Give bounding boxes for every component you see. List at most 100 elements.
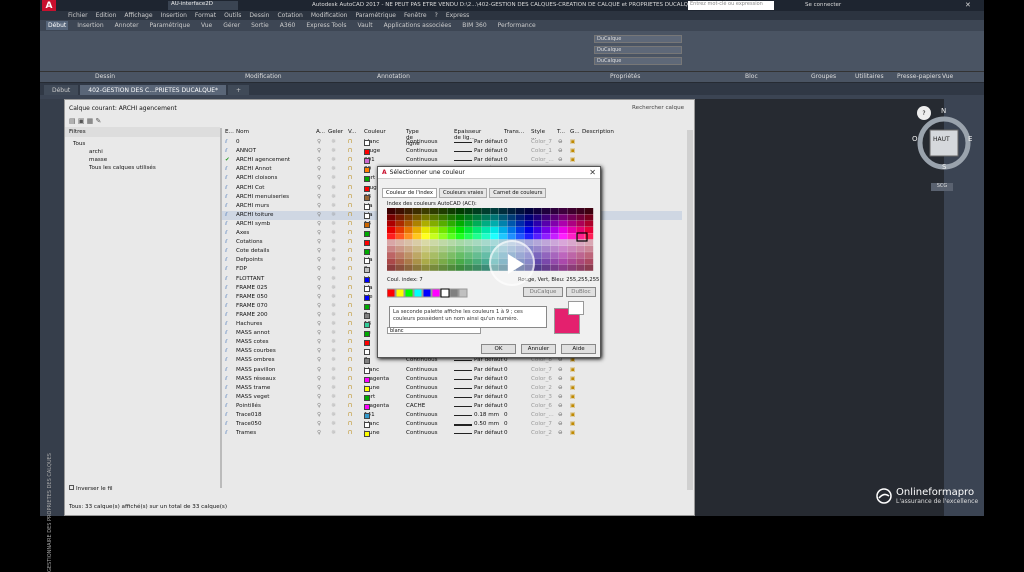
aci-swatch[interactable] bbox=[395, 264, 404, 271]
aci-swatch[interactable] bbox=[473, 214, 482, 221]
transparency[interactable]: 0 bbox=[504, 394, 508, 400]
bulb-icon[interactable]: ♀ bbox=[317, 148, 321, 154]
workspace-select[interactable]: AU-interface2D bbox=[168, 1, 238, 10]
linetype[interactable]: Continuous bbox=[406, 139, 438, 145]
lock-icon[interactable]: ⊓ bbox=[348, 239, 352, 245]
menu-item[interactable]: Dessin bbox=[249, 12, 269, 19]
plot-icon[interactable]: ⊖ bbox=[558, 412, 563, 418]
aci-swatch[interactable] bbox=[584, 258, 594, 265]
bulb-icon[interactable]: ♀ bbox=[317, 157, 321, 163]
aci-swatch[interactable] bbox=[412, 239, 422, 246]
search-input[interactable]: Entrez mot-clé ou expression bbox=[688, 1, 774, 10]
lock-icon[interactable]: ⊓ bbox=[348, 157, 352, 163]
aci-swatch[interactable] bbox=[533, 214, 542, 221]
viewport-freeze-icon[interactable]: ▣ bbox=[570, 157, 575, 163]
lock-icon[interactable]: ⊓ bbox=[348, 175, 352, 181]
aci-swatch[interactable] bbox=[421, 252, 430, 259]
aci-swatch[interactable] bbox=[447, 233, 456, 240]
aci-swatch[interactable] bbox=[412, 220, 422, 227]
aci-swatch[interactable] bbox=[464, 220, 473, 227]
aci-swatch[interactable] bbox=[464, 252, 473, 259]
sun-icon[interactable]: ☼ bbox=[331, 312, 336, 318]
aci-swatch[interactable] bbox=[395, 226, 404, 233]
new-layer-icon[interactable]: ▤ ▣ ▦ ✎ bbox=[69, 117, 101, 125]
lock-icon[interactable]: ⊓ bbox=[348, 367, 352, 373]
linetype[interactable]: Continuous bbox=[406, 367, 438, 373]
aci-swatch[interactable] bbox=[464, 214, 473, 221]
aci-swatch[interactable] bbox=[516, 226, 525, 233]
ribbon-tab[interactable]: Vault bbox=[355, 21, 374, 30]
aci-swatch[interactable] bbox=[447, 264, 456, 271]
transparency[interactable]: 0 bbox=[504, 367, 508, 373]
linetype[interactable]: Continuous bbox=[406, 148, 438, 154]
viewport-freeze-icon[interactable]: ▣ bbox=[570, 394, 575, 400]
lineweight[interactable]: 0.18 mm bbox=[474, 412, 499, 418]
aci-swatch[interactable] bbox=[559, 208, 568, 215]
dialog-tab[interactable]: Couleurs vraies bbox=[438, 188, 488, 198]
aci-swatch[interactable] bbox=[430, 208, 439, 215]
sun-icon[interactable]: ☼ bbox=[331, 276, 336, 282]
sun-icon[interactable]: ☼ bbox=[331, 394, 336, 400]
aci-swatch[interactable] bbox=[576, 258, 585, 265]
aci-swatch[interactable] bbox=[464, 208, 473, 215]
column-header[interactable]: V... bbox=[348, 129, 356, 135]
aci-swatch[interactable] bbox=[550, 214, 559, 221]
column-header[interactable]: Trans... bbox=[504, 129, 524, 135]
sun-icon[interactable]: ☼ bbox=[331, 175, 336, 181]
aci-swatch[interactable] bbox=[516, 214, 525, 221]
lineweight[interactable]: Par défaut bbox=[474, 430, 503, 436]
aci-swatch[interactable] bbox=[447, 258, 456, 265]
bulb-icon[interactable]: ♀ bbox=[317, 166, 321, 172]
aci-swatch[interactable] bbox=[404, 226, 413, 233]
ribbon-panel-label[interactable]: Modification bbox=[245, 73, 282, 80]
aci-swatch[interactable] bbox=[559, 239, 568, 246]
sun-icon[interactable]: ☼ bbox=[331, 194, 336, 200]
viewport-freeze-icon[interactable]: ▣ bbox=[570, 412, 575, 418]
aci-swatch[interactable] bbox=[490, 208, 499, 215]
aci-swatch[interactable] bbox=[430, 220, 439, 227]
aci-swatch[interactable] bbox=[550, 233, 559, 240]
bulb-icon[interactable]: ♀ bbox=[317, 175, 321, 181]
viewport-freeze-icon[interactable]: ▣ bbox=[570, 403, 575, 409]
bulb-icon[interactable]: ♀ bbox=[317, 294, 321, 300]
aci-swatch[interactable] bbox=[498, 233, 508, 240]
aci-swatch[interactable] bbox=[438, 214, 447, 221]
transparency[interactable]: 0 bbox=[504, 412, 508, 418]
aci-swatch[interactable] bbox=[524, 214, 533, 221]
aci-swatch[interactable] bbox=[464, 258, 473, 265]
linetype[interactable]: CACHE bbox=[406, 403, 425, 409]
layer-color[interactable]: jaune bbox=[364, 430, 380, 438]
layer-search[interactable]: Rechercher calque bbox=[632, 105, 684, 111]
sun-icon[interactable]: ☼ bbox=[331, 166, 336, 172]
transparency[interactable]: 0 bbox=[504, 157, 508, 163]
sun-icon[interactable]: ☼ bbox=[331, 212, 336, 218]
lock-icon[interactable]: ⊓ bbox=[348, 257, 352, 263]
aci-swatch[interactable] bbox=[533, 208, 542, 215]
ribbon-tab[interactable]: Paramétrique bbox=[148, 21, 193, 30]
transparency[interactable]: 0 bbox=[504, 357, 508, 363]
plot-icon[interactable]: ⊖ bbox=[558, 394, 563, 400]
bulb-icon[interactable]: ♀ bbox=[317, 194, 321, 200]
plot-icon[interactable]: ⊖ bbox=[558, 157, 563, 163]
aci-swatch[interactable] bbox=[430, 245, 439, 252]
bulb-icon[interactable]: ♀ bbox=[317, 212, 321, 218]
layer-color[interactable]: ro bbox=[364, 239, 370, 247]
aci-swatch[interactable] bbox=[559, 264, 568, 271]
table-row[interactable]: ⫽ Trames ♀ ☼ ⊓ jaune Continuous Par défaut 0 Colo… bbox=[222, 429, 682, 438]
column-header[interactable]: Couleur bbox=[364, 129, 386, 135]
sun-icon[interactable]: ☼ bbox=[331, 321, 336, 327]
aci-swatch[interactable] bbox=[533, 239, 542, 246]
aci-swatch[interactable] bbox=[559, 245, 568, 252]
aci-swatch[interactable] bbox=[412, 245, 422, 252]
scrollbar[interactable] bbox=[687, 130, 693, 490]
ribbon-tab[interactable]: Applications associées bbox=[382, 21, 454, 30]
layer-color[interactable]: vert bbox=[364, 175, 375, 183]
sun-icon[interactable]: ☼ bbox=[331, 385, 336, 391]
aci-swatch[interactable] bbox=[387, 214, 396, 221]
bulb-icon[interactable]: ♀ bbox=[317, 230, 321, 236]
lock-icon[interactable]: ⊓ bbox=[348, 185, 352, 191]
aci-swatch[interactable] bbox=[576, 208, 585, 215]
aci-swatch[interactable] bbox=[473, 264, 482, 271]
aci-swatch[interactable] bbox=[541, 220, 551, 227]
aci-swatch[interactable] bbox=[421, 245, 430, 252]
